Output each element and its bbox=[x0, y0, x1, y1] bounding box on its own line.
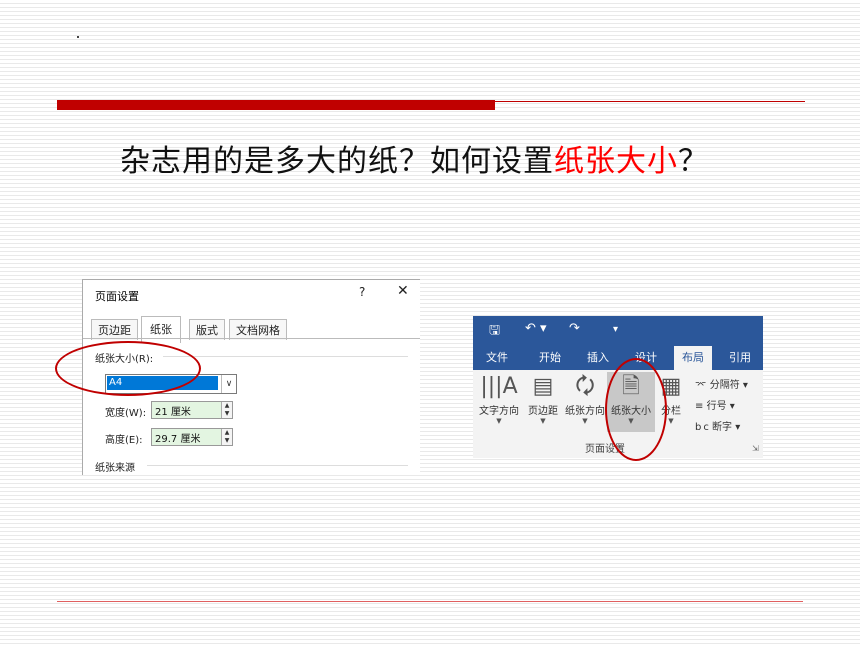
dialog-launcher-icon[interactable]: ⇲ bbox=[752, 444, 759, 453]
height-spin-buttons[interactable]: ▲ ▼ bbox=[221, 429, 232, 445]
question-highlight: 纸张大小 bbox=[554, 144, 678, 179]
dialog-tabs: 页边距 纸张 版式 文档网格 bbox=[87, 316, 417, 343]
help-button[interactable]: ? bbox=[359, 285, 365, 299]
tab-margins[interactable]: 页边距 bbox=[91, 319, 138, 340]
spin-up-icon[interactable]: ▲ bbox=[222, 429, 232, 437]
customize-qat-icon[interactable]: ▾ bbox=[613, 324, 618, 335]
redo-icon[interactable]: ↷ bbox=[569, 321, 580, 336]
text-direction-label: 文字方向 bbox=[479, 406, 519, 417]
tab-layout[interactable]: 布局 bbox=[674, 346, 712, 371]
breaks-icon: ⌤ bbox=[695, 380, 707, 391]
orientation-button[interactable]: 🗘 纸张方向 ▼ bbox=[564, 372, 606, 432]
tab-file[interactable]: 文件 bbox=[486, 349, 508, 365]
undo-icon[interactable]: ↶ ▾ bbox=[525, 321, 547, 336]
paper-source-label: 纸张来源 bbox=[95, 463, 135, 474]
width-value: 21 厘米 bbox=[155, 407, 191, 418]
orientation-label: 纸张方向 bbox=[565, 406, 605, 417]
margins-button[interactable]: ▤ 页边距 ▼ bbox=[523, 372, 563, 432]
paper-size-separator bbox=[163, 356, 408, 357]
text-direction-button[interactable]: |||A 文字方向 ▼ bbox=[476, 372, 522, 432]
dialog-title: 页面设置 bbox=[95, 290, 139, 303]
slide-question: 杂志用的是多大的纸？如何设置纸张大小？ bbox=[120, 136, 709, 180]
width-stepper[interactable]: 21 厘米 ▲ ▼ bbox=[151, 401, 233, 419]
footer-line bbox=[57, 601, 803, 602]
question-mark: ？ bbox=[678, 144, 709, 179]
height-value: 29.7 厘米 bbox=[155, 434, 201, 445]
paper-source-separator bbox=[147, 465, 408, 466]
quick-access-toolbar: 🖫 ↶ ▾ ↷ ▾ bbox=[473, 316, 763, 343]
tab-document-grid[interactable]: 文档网格 bbox=[229, 319, 287, 340]
highlight-ellipse-paper-size bbox=[55, 341, 201, 396]
hyphenation-button[interactable]: b c 断字 ▾ bbox=[695, 418, 740, 433]
line-numbers-button[interactable]: ≡ 行号 ▾ bbox=[695, 397, 735, 412]
save-icon[interactable]: 🖫 bbox=[489, 321, 500, 343]
width-spin-buttons[interactable]: ▲ ▼ bbox=[221, 402, 232, 418]
spin-down-icon[interactable]: ▼ bbox=[222, 437, 232, 445]
orientation-icon: 🗘 bbox=[575, 374, 595, 399]
width-label: 宽度(W): bbox=[105, 408, 147, 419]
close-button[interactable]: ✕ bbox=[397, 283, 409, 299]
tab-divider bbox=[83, 338, 420, 339]
breaks-button[interactable]: ⌤ 分隔符 ▾ bbox=[695, 376, 748, 391]
margins-label: 页边距 bbox=[528, 406, 558, 417]
chevron-down-icon[interactable]: ∨ bbox=[221, 375, 236, 393]
height-stepper[interactable]: 29.7 厘米 ▲ ▼ bbox=[151, 428, 233, 446]
chevron-down-icon: ▼ bbox=[496, 417, 502, 425]
title-red-bar bbox=[57, 100, 495, 110]
tab-insert[interactable]: 插入 bbox=[587, 349, 609, 365]
chevron-down-icon: ▼ bbox=[582, 417, 588, 425]
highlight-ellipse-paper-size-button bbox=[605, 358, 667, 461]
text-direction-icon: |||A bbox=[480, 374, 518, 399]
hyphenation-icon: b c bbox=[695, 422, 709, 433]
height-label: 高度(E): bbox=[105, 435, 143, 446]
title-red-line bbox=[495, 101, 805, 102]
hyphenation-label: 断字 ▾ bbox=[712, 422, 741, 433]
chevron-down-icon: ▼ bbox=[540, 417, 546, 425]
tab-home[interactable]: 开始 bbox=[539, 349, 561, 365]
line-numbers-icon: ≡ bbox=[695, 401, 704, 412]
margins-icon: ▤ bbox=[532, 374, 554, 399]
breaks-label: 分隔符 ▾ bbox=[709, 380, 748, 391]
tab-layout[interactable]: 版式 bbox=[189, 319, 225, 340]
tab-references[interactable]: 引用 bbox=[729, 349, 751, 365]
question-text: 杂志用的是多大的纸？如何设置 bbox=[120, 144, 554, 179]
spin-down-icon[interactable]: ▼ bbox=[222, 410, 232, 418]
spin-up-icon[interactable]: ▲ bbox=[222, 402, 232, 410]
slide-dot bbox=[77, 36, 79, 38]
line-numbers-label: 行号 ▾ bbox=[706, 401, 735, 412]
